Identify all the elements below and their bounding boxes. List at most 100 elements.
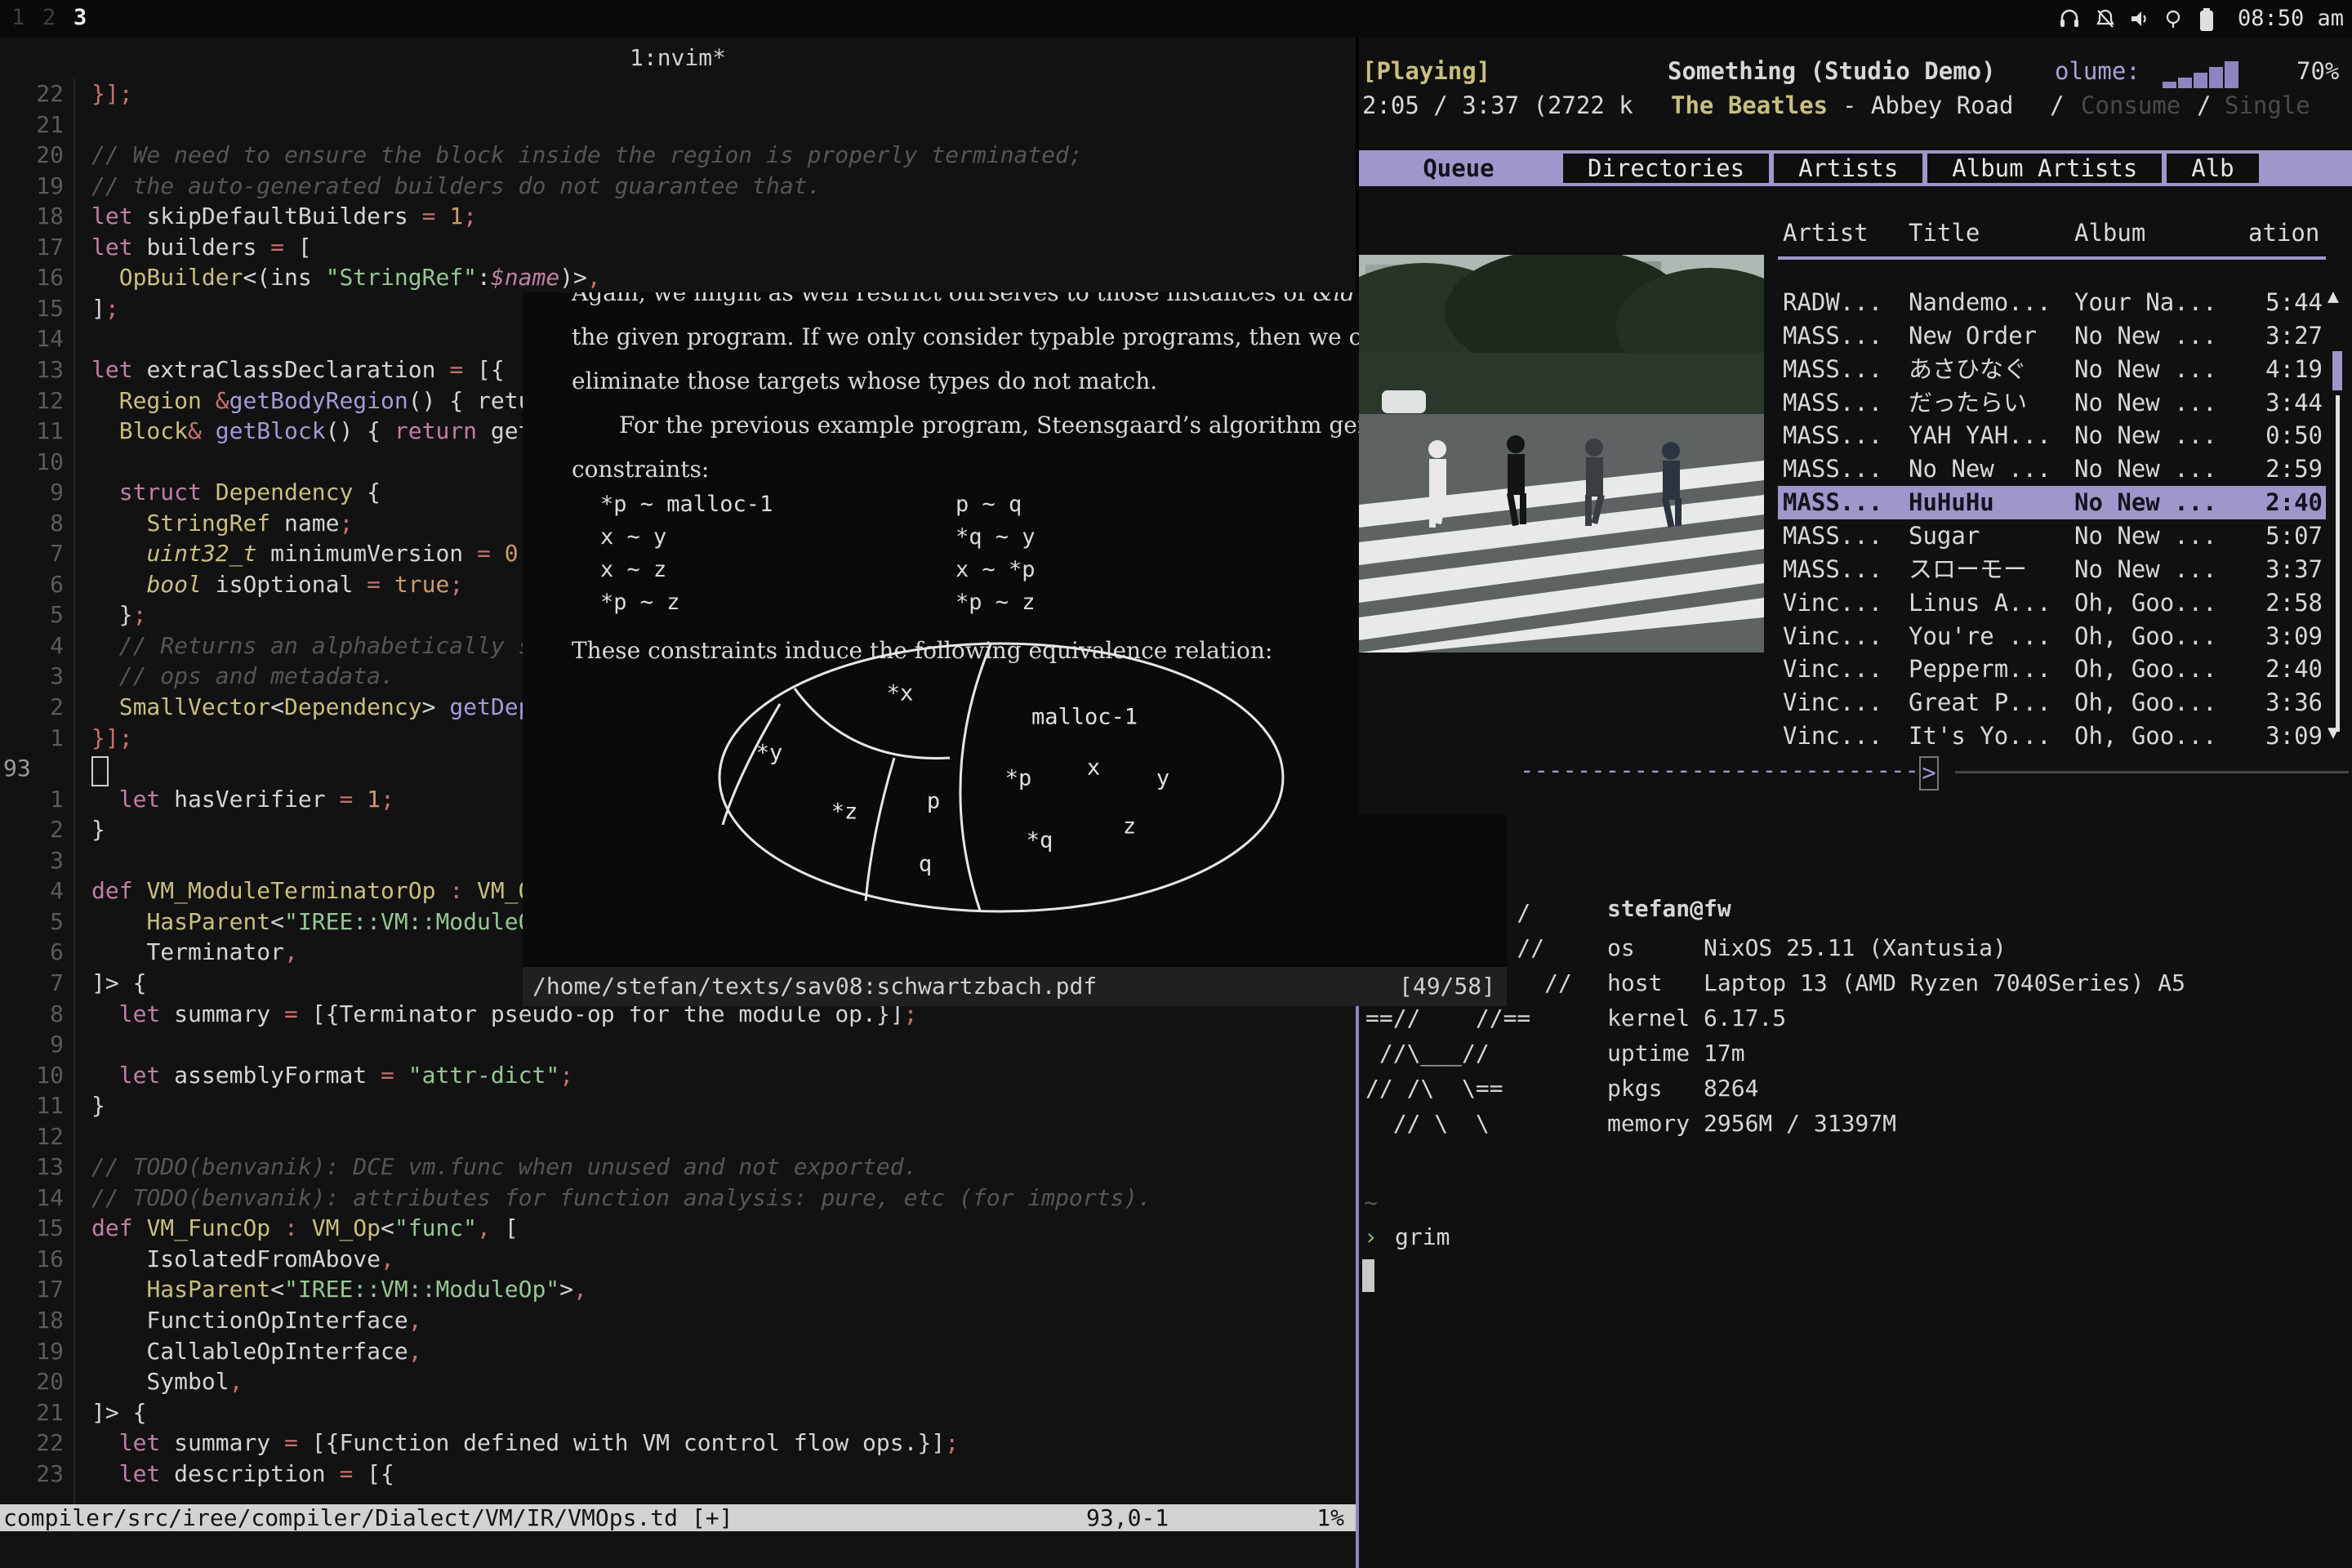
progress-bar-elapsed[interactable]: ---------------------------- bbox=[1520, 756, 1919, 784]
tab-artists[interactable]: Artists bbox=[1774, 154, 1922, 183]
venn-label: p bbox=[927, 789, 940, 814]
status-bar: 1 2 3 08:50 am bbox=[0, 0, 2352, 38]
track-time: 2:05 / 3:37 (2722 k bbox=[1362, 91, 1633, 119]
code-token: let bbox=[119, 1062, 174, 1089]
code-line: 16 IsolatedFromAbove, bbox=[0, 1244, 394, 1275]
code-line: 23 let description = [{ bbox=[0, 1459, 394, 1490]
code-line: 21 bbox=[0, 109, 91, 140]
playlist-row[interactable]: Vinc...Pepperm...Oh, Goo...2:40 bbox=[1778, 653, 2326, 686]
consume-toggle[interactable]: Consume bbox=[2081, 91, 2180, 119]
music-player-window[interactable]: [Playing] Something (Studio Demo) olume:… bbox=[1359, 38, 2352, 815]
playlist-row[interactable]: Vinc...You're ...Oh, Goo...3:09 bbox=[1778, 620, 2326, 653]
code-token: getBlock bbox=[216, 417, 326, 444]
code-line: 16 OpBuilder<(ins "StringRef":$name)>, bbox=[0, 262, 601, 293]
code-token: true bbox=[394, 571, 449, 598]
code-token: }]; bbox=[91, 724, 133, 751]
code-line: 9 struct Dependency { bbox=[0, 477, 381, 508]
line-number: 9 bbox=[0, 1029, 91, 1059]
playlist-row[interactable]: MASS...YAH YAH...No New ...0:50 bbox=[1778, 419, 2326, 452]
code-token: FunctionOpInterface bbox=[91, 1307, 408, 1334]
playlist-row[interactable]: MASS...スローモーNo New ...3:37 bbox=[1778, 553, 2326, 586]
code-token: <(ins bbox=[243, 264, 325, 291]
code-token: = bbox=[284, 1000, 312, 1027]
line-number: 22 bbox=[0, 78, 91, 109]
shell-command-input[interactable]: grim bbox=[1395, 1223, 1450, 1250]
playlist-row[interactable]: MASS...SugarNo New ...5:07 bbox=[1778, 519, 2326, 553]
scrollbar-thumb[interactable] bbox=[2332, 351, 2342, 390]
code-token: SmallVector bbox=[119, 693, 270, 720]
code-token: minimumVersion bbox=[270, 540, 477, 567]
playlist-row[interactable]: Vinc...Great P...Oh, Goo...3:36 bbox=[1778, 686, 2326, 719]
code-token bbox=[202, 417, 216, 444]
code-token: ; bbox=[449, 571, 463, 598]
code-token bbox=[91, 1276, 146, 1303]
workspace-3[interactable]: 3 bbox=[74, 5, 87, 30]
column-duration[interactable]: ation bbox=[2248, 219, 2319, 247]
tab-queue[interactable]: Queue bbox=[1359, 150, 1558, 186]
code-token: & bbox=[216, 387, 229, 414]
line-number: 20 bbox=[0, 140, 91, 170]
playlist-row[interactable]: MASS...New OrderNo New ...3:27 bbox=[1778, 319, 2326, 353]
code-token bbox=[91, 264, 119, 291]
code-token: extraClassDeclaration bbox=[146, 356, 449, 383]
code-line: 13let extraClassDeclaration = [{ bbox=[0, 354, 505, 385]
code-token: ] bbox=[91, 295, 105, 322]
workspace-1[interactable]: 1 bbox=[11, 5, 24, 30]
code-token: & bbox=[188, 417, 202, 444]
code-line: 7 uint32_t minimumVersion = 0; bbox=[0, 538, 532, 569]
column-album[interactable]: Album bbox=[2074, 219, 2145, 247]
shell-terminal-window[interactable]: / // // ==// //== //\___// // /\ \== // … bbox=[1359, 815, 2352, 1568]
code-token: description bbox=[174, 1460, 339, 1487]
venn-label: *p bbox=[1005, 766, 1032, 791]
code-token: "attr-dict" bbox=[408, 1062, 559, 1089]
column-artist[interactable]: Artist bbox=[1783, 219, 1869, 247]
code-token bbox=[91, 571, 146, 598]
shell-cursor bbox=[1362, 1259, 1374, 1292]
line-number: 3 bbox=[0, 845, 91, 875]
code-token: ; bbox=[945, 1429, 959, 1456]
code-line: 15]; bbox=[0, 293, 119, 324]
speaker-icon bbox=[2128, 7, 2151, 30]
clock: 08:50 am bbox=[2238, 6, 2344, 31]
tab-alb[interactable]: Alb bbox=[2167, 154, 2258, 183]
column-title[interactable]: Title bbox=[1909, 219, 1980, 247]
code-token bbox=[91, 417, 119, 444]
code-token: hasVerifier bbox=[174, 786, 339, 813]
track-title: Something (Studio Demo) bbox=[1668, 57, 1996, 85]
statusline-position: 93,0-1 bbox=[1086, 1504, 1169, 1531]
playlist-row[interactable]: MASS...だったらいNo New ...3:44 bbox=[1778, 386, 2326, 420]
scroll-down-icon[interactable]: ▼ bbox=[2328, 722, 2339, 743]
playlist-row[interactable]: RADW...Nandemo...Your Na...5:44 bbox=[1778, 286, 2326, 319]
single-toggle[interactable]: Single bbox=[2225, 91, 2310, 119]
code-token: < bbox=[270, 1276, 284, 1303]
scrollbar-track[interactable] bbox=[2336, 395, 2340, 732]
code-token: , bbox=[408, 1307, 422, 1334]
code-token bbox=[91, 1460, 119, 1487]
progress-bar-head[interactable]: > bbox=[1919, 756, 1939, 791]
line-number: 10 bbox=[0, 447, 91, 477]
tab-album-artists[interactable]: Album Artists bbox=[1927, 154, 2162, 183]
playlist: RADW...Nandemo...Your Na...5:44MASS...Ne… bbox=[1778, 286, 2326, 755]
progress-bar-remaining[interactable] bbox=[1955, 771, 2349, 773]
venn-label: malloc-1 bbox=[1031, 705, 1138, 730]
bell-off-icon bbox=[2094, 7, 2117, 30]
code-line: 17 HasParent<"IREE::VM::ModuleOp">, bbox=[0, 1274, 587, 1305]
scroll-up-icon[interactable]: ▲ bbox=[2328, 286, 2339, 307]
code-token: let bbox=[119, 786, 174, 813]
playlist-row[interactable]: Vinc...It's Yo...Oh, Goo...3:09 bbox=[1778, 719, 2326, 753]
volume-stairs-icon[interactable] bbox=[2163, 59, 2244, 88]
code-token: }]; bbox=[91, 80, 133, 107]
playlist-row[interactable]: MASS...No New ...No New ...2:59 bbox=[1778, 452, 2326, 486]
tab-directories[interactable]: Directories bbox=[1563, 154, 1769, 183]
code-line: 20 Symbol, bbox=[0, 1366, 243, 1397]
line-number: 7 bbox=[0, 968, 91, 998]
code-token: [ bbox=[298, 234, 312, 261]
line-number: 21 bbox=[0, 1397, 91, 1428]
code-token: )> bbox=[559, 264, 587, 291]
code-token: , bbox=[408, 1338, 422, 1365]
playlist-row-selected[interactable]: MASS...HuHuHuNo New ...2:40 bbox=[1778, 486, 2326, 519]
playlist-row[interactable]: MASS...あさひなぐNo New ...4:19 bbox=[1778, 353, 2326, 386]
code-token: , bbox=[573, 1276, 587, 1303]
playlist-row[interactable]: Vinc...Linus A...Oh, Goo...2:58 bbox=[1778, 586, 2326, 620]
workspace-2[interactable]: 2 bbox=[42, 5, 56, 30]
